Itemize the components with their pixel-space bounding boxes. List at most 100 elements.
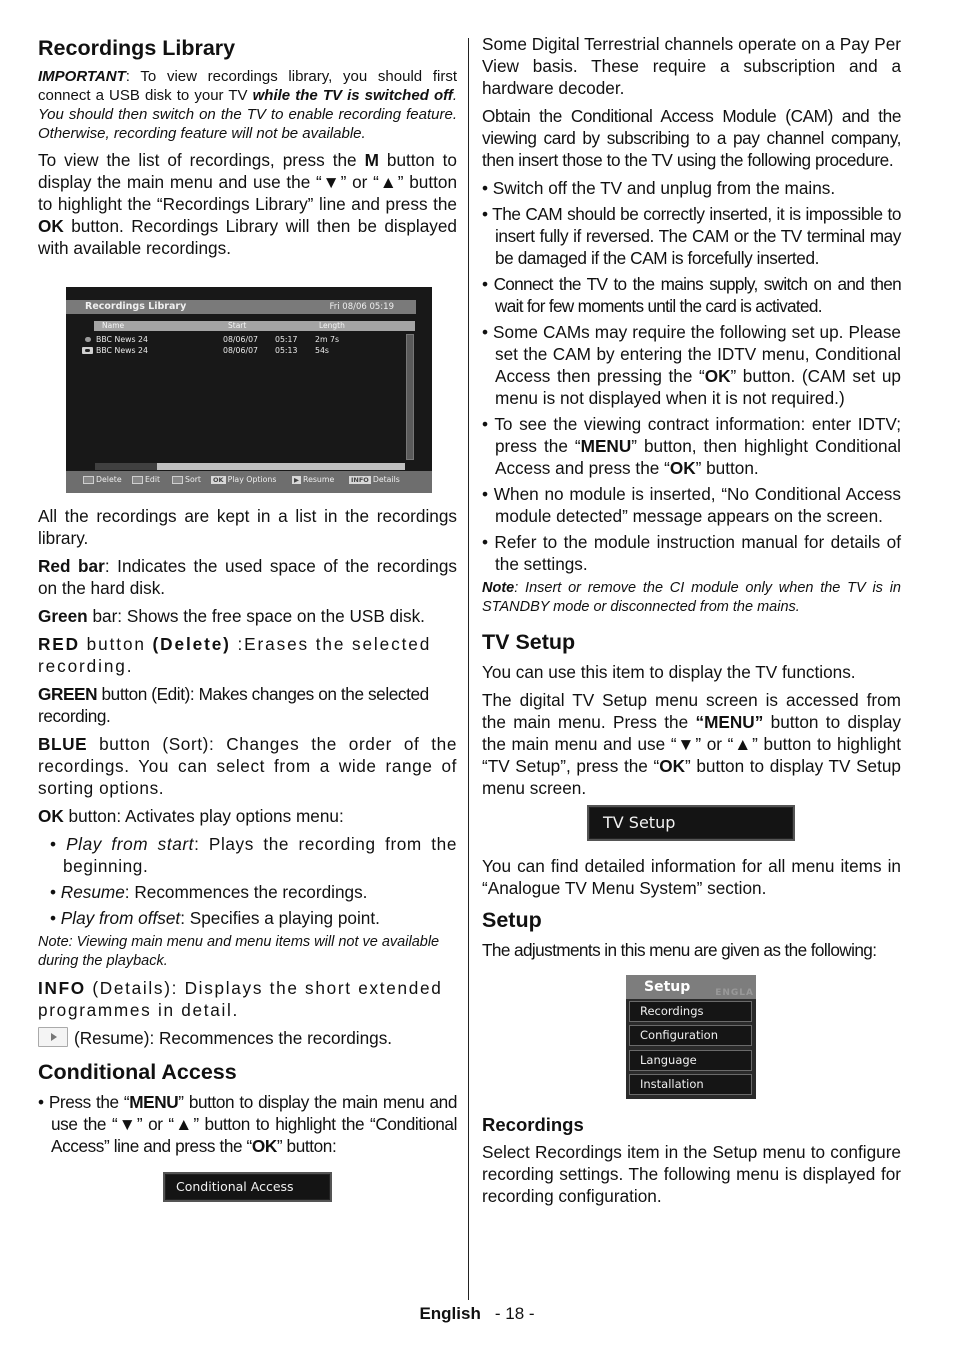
details-button[interactable]: INFO Details bbox=[349, 473, 400, 487]
text: To view the list of recordings, press th… bbox=[38, 150, 365, 170]
red-label: RED bbox=[38, 634, 80, 654]
column-length[interactable]: Length bbox=[319, 321, 345, 331]
blue-button-text: BLUE button (Sort): Changes the order of… bbox=[38, 733, 457, 799]
info-text: INFO (Details): Displays the short exten… bbox=[38, 977, 457, 1021]
playback-note: Note: Viewing main menu and menu items w… bbox=[38, 934, 440, 969]
recording-row[interactable]: BBC News 24 08/06/07 05:17 2m 7s bbox=[80, 334, 380, 345]
column-start[interactable]: Start bbox=[228, 321, 246, 331]
text: : Specifies a playing point. bbox=[180, 908, 380, 928]
setup-menu-title: Setup ENGLA bbox=[626, 975, 756, 999]
option-name: Play from offset bbox=[60, 908, 181, 928]
left-column: Recordings Library IMPORTANT: To view re… bbox=[38, 33, 457, 1202]
scrollbar[interactable] bbox=[406, 334, 414, 460]
up-arrow-icon: ▲ bbox=[733, 734, 753, 754]
screen-datetime: Fri 08/06 05:19 bbox=[329, 302, 394, 312]
screen-titlebar: Recordings Library Fri 08/06 05:19 bbox=[66, 300, 416, 314]
play-option-item: • Play from start: Plays the recording f… bbox=[50, 834, 457, 876]
red-bar-text: Red bar: Indicates the used space of the… bbox=[38, 555, 457, 599]
text: (Resume): Recommences the recordings. bbox=[74, 1028, 393, 1048]
recording-row[interactable]: BBC News 24 08/06/07 05:13 54s bbox=[80, 345, 380, 356]
play-options-button[interactable]: OK Play Options bbox=[211, 473, 276, 487]
ok-key: OK bbox=[669, 458, 696, 478]
text: button. Recordings Library will then be … bbox=[38, 216, 457, 258]
footer-label: Edit bbox=[145, 475, 161, 484]
setup-menu-item-recordings[interactable]: Recordings bbox=[629, 1001, 752, 1022]
title: Setup bbox=[644, 979, 691, 995]
text: button: Activates play options menu: bbox=[63, 806, 344, 826]
green-button-text: GREEN button (Edit): Makes changes on th… bbox=[38, 683, 457, 727]
page-number: - 18 - bbox=[494, 1304, 535, 1323]
screen-title: Recordings Library bbox=[85, 301, 187, 312]
text: Refer to the module instruction manual f… bbox=[494, 532, 902, 574]
play-option-item: • Resume: Recommences the recordings. bbox=[50, 882, 368, 902]
conditional-access-heading: Conditional Access bbox=[38, 1060, 237, 1084]
delete-button[interactable]: Delete bbox=[83, 473, 122, 487]
text: ” or “ bbox=[340, 172, 379, 192]
footer-label: Details bbox=[372, 475, 400, 484]
resume-text: (Resume): Recommences the recordings. bbox=[38, 1027, 457, 1049]
play-key-icon: ▶ bbox=[292, 476, 301, 484]
resume-button[interactable]: ▶ Resume bbox=[292, 473, 334, 487]
text: The CAM should be correctly inserted, it… bbox=[492, 204, 902, 268]
text: ” or “ bbox=[695, 734, 734, 754]
column-name[interactable]: Name bbox=[102, 321, 124, 331]
text: button (Edit): Makes changes on the sele… bbox=[38, 684, 429, 726]
option-name: Play from start bbox=[66, 834, 195, 854]
ok-key: OK bbox=[704, 366, 731, 386]
page-footer: English - 18 - bbox=[0, 1303, 954, 1325]
ca-intro-2: Obtain the Conditional Access Module (CA… bbox=[482, 106, 901, 170]
delete-label: (Delete) bbox=[152, 634, 231, 654]
text: (Details): Displays the short extended p… bbox=[38, 978, 443, 1020]
footer-language: English bbox=[419, 1304, 481, 1323]
important-emphasis: while the TV is switched off bbox=[252, 87, 453, 104]
recording-length: 2m 7s bbox=[315, 335, 340, 344]
sort-button[interactable]: Sort bbox=[172, 473, 201, 487]
tv-setup-p1: You can use this item to display the TV … bbox=[482, 662, 856, 682]
down-arrow-icon: ▼ bbox=[676, 734, 696, 754]
screen-footer: Delete Edit Sort OK Play Options ▶ Resume … bbox=[66, 471, 432, 493]
column-divider bbox=[468, 38, 469, 1300]
recordings-heading: Recordings bbox=[482, 1114, 584, 1135]
up-arrow-icon: ▲ bbox=[173, 1114, 194, 1134]
ca-bullet: • To see the viewing contract informatio… bbox=[482, 414, 901, 478]
recording-time: 05:13 bbox=[275, 346, 298, 355]
ca-bullet: • When no module is inserted, “No Condit… bbox=[482, 484, 901, 526]
recording-name: BBC News 24 bbox=[96, 346, 148, 355]
setup-menu-item-configuration[interactable]: Configuration bbox=[629, 1025, 752, 1046]
text: button bbox=[80, 634, 153, 654]
ca-bullet: • Connect the TV to the mains supply, sw… bbox=[482, 274, 902, 316]
green-bar-label: Green bbox=[38, 606, 88, 626]
text: When no module is inserted, “No Conditio… bbox=[493, 484, 901, 526]
menu-key: MENU bbox=[580, 436, 632, 456]
dot-icon bbox=[85, 337, 91, 342]
disk-space-bar bbox=[95, 463, 405, 470]
recordings-library-screen: Recordings Library Fri 08/06 05:19 Name … bbox=[66, 287, 432, 493]
red-bar-label: Red bar bbox=[38, 556, 105, 576]
edit-button[interactable]: Edit bbox=[132, 473, 160, 487]
important-note: IMPORTANT: To view recordings library, y… bbox=[38, 67, 457, 143]
red-key-icon bbox=[83, 476, 94, 484]
text: Switch off the TV and unplug from the ma… bbox=[492, 178, 836, 198]
setup-menu-item-language[interactable]: Language bbox=[629, 1050, 752, 1071]
ca-bullet: • Switch off the TV and unplug from the … bbox=[482, 178, 836, 198]
footer-label: Delete bbox=[96, 475, 122, 484]
down-arrow-icon: ▼ bbox=[117, 1114, 137, 1134]
ca-bullet: • Refer to the module instruction manual… bbox=[482, 532, 902, 574]
recording-date: 08/06/07 bbox=[223, 335, 259, 344]
text: ” button: bbox=[276, 1136, 337, 1156]
recording-time: 05:17 bbox=[275, 335, 298, 344]
footer-label: Sort bbox=[185, 475, 201, 484]
text: Press the “ bbox=[48, 1092, 130, 1112]
tv-setup-p2: The digital TV Setup menu screen is acce… bbox=[482, 689, 901, 799]
text: ” button. bbox=[695, 458, 759, 478]
disk-used-bar bbox=[95, 463, 157, 470]
blue-label: BLUE bbox=[38, 734, 88, 754]
ca-intro-1: Some Digital Terrestrial channels operat… bbox=[482, 34, 901, 98]
recording-name: BBC News 24 bbox=[96, 335, 148, 344]
important-label: IMPORTANT bbox=[38, 68, 126, 85]
setup-heading: Setup bbox=[482, 908, 542, 932]
setup-menu-item-installation[interactable]: Installation bbox=[629, 1074, 752, 1095]
menu-key: MENU bbox=[129, 1092, 179, 1112]
menu-key: “MENU” bbox=[695, 712, 764, 732]
eye-icon bbox=[82, 347, 93, 354]
